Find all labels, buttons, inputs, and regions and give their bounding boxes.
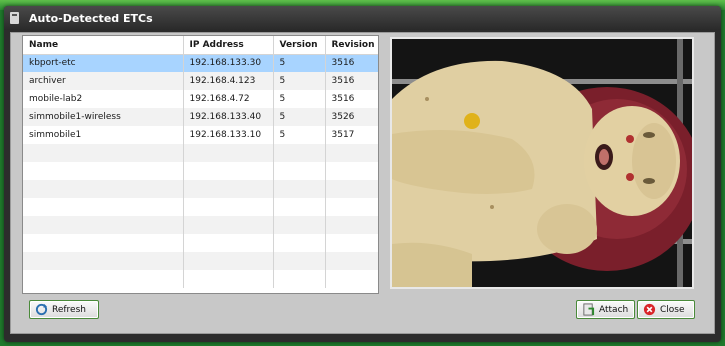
title-bar[interactable]: Auto-Detected ETCs <box>4 6 721 30</box>
cell-revision: 3517 <box>325 126 378 144</box>
table-row[interactable]: simmobile1-wireless 192.168.133.40 5 3526 <box>23 108 378 126</box>
attach-icon <box>583 303 595 316</box>
cell-version <box>273 252 326 270</box>
column-header-ip-address[interactable]: IP Address <box>183 36 274 55</box>
etc-table: Name IP Address Version Revision kbport-… <box>23 36 378 288</box>
cell-version <box>273 234 326 252</box>
cell-version <box>273 198 326 216</box>
cell-ip-address: 192.168.133.10 <box>183 126 274 144</box>
empty-table-row <box>23 144 378 162</box>
cell-version <box>273 162 326 180</box>
empty-table-row <box>23 234 378 252</box>
cell-revision <box>325 252 378 270</box>
cell-ip-address <box>183 162 274 180</box>
cell-revision <box>325 180 378 198</box>
attach-button-label: Attach <box>599 304 629 315</box>
table-header-row: Name IP Address Version Revision <box>23 36 378 55</box>
cell-version: 5 <box>273 126 326 144</box>
device-icon <box>10 12 19 24</box>
cell-ip-address <box>183 252 274 270</box>
empty-table-row <box>23 216 378 234</box>
cell-name: archiver <box>23 72 184 90</box>
close-button[interactable]: Close <box>637 300 695 319</box>
table-row[interactable]: archiver 192.168.4.123 5 3516 <box>23 72 378 90</box>
refresh-icon <box>35 303 48 316</box>
cell-name <box>23 270 184 288</box>
cell-version <box>273 144 326 162</box>
cell-ip-address: 192.168.133.40 <box>183 108 274 126</box>
table-row[interactable]: mobile-lab2 192.168.4.72 5 3516 <box>23 90 378 108</box>
close-button-label: Close <box>660 304 685 315</box>
cell-ip-address <box>183 198 274 216</box>
cell-revision <box>325 216 378 234</box>
empty-table-row <box>23 270 378 288</box>
cell-name <box>23 216 184 234</box>
empty-table-row <box>23 252 378 270</box>
cell-ip-address: 192.168.4.72 <box>183 90 274 108</box>
cell-revision <box>325 270 378 288</box>
column-header-version[interactable]: Version <box>273 36 326 55</box>
cell-ip-address: 192.168.4.123 <box>183 72 274 90</box>
attach-button[interactable]: Attach <box>576 300 635 319</box>
etc-table-panel: Name IP Address Version Revision kbport-… <box>22 35 379 294</box>
cell-revision <box>325 198 378 216</box>
cell-name <box>23 162 184 180</box>
cell-revision: 3516 <box>325 72 378 90</box>
table-row[interactable]: kbport-etc 192.168.133.30 5 3516 <box>23 54 378 72</box>
column-header-name[interactable]: Name <box>23 36 184 55</box>
cell-name: simmobile1-wireless <box>23 108 184 126</box>
column-header-revision[interactable]: Revision <box>325 36 378 55</box>
empty-table-row <box>23 180 378 198</box>
cell-revision: 3526 <box>325 108 378 126</box>
cell-ip-address <box>183 270 274 288</box>
cell-ip-address: 192.168.133.30 <box>183 54 274 72</box>
empty-table-row <box>23 198 378 216</box>
cell-version <box>273 180 326 198</box>
cell-ip-address <box>183 180 274 198</box>
cell-revision <box>325 234 378 252</box>
close-icon <box>643 303 656 316</box>
manikin-preview-image <box>390 37 694 289</box>
cell-name <box>23 198 184 216</box>
cell-name: kbport-etc <box>23 54 184 72</box>
manikin-photo <box>392 39 692 287</box>
cell-name <box>23 180 184 198</box>
cell-version: 5 <box>273 90 326 108</box>
empty-table-row <box>23 162 378 180</box>
cell-name: mobile-lab2 <box>23 90 184 108</box>
cell-version: 5 <box>273 72 326 90</box>
cell-version <box>273 216 326 234</box>
cell-version: 5 <box>273 108 326 126</box>
cell-revision: 3516 <box>325 90 378 108</box>
refresh-button-label: Refresh <box>52 304 86 315</box>
cell-version: 5 <box>273 54 326 72</box>
cell-revision <box>325 162 378 180</box>
cell-ip-address <box>183 216 274 234</box>
refresh-button[interactable]: Refresh <box>29 300 99 319</box>
cell-name <box>23 252 184 270</box>
window-title: Auto-Detected ETCs <box>29 11 153 25</box>
table-row[interactable]: simmobile1 192.168.133.10 5 3517 <box>23 126 378 144</box>
cell-ip-address <box>183 144 274 162</box>
cell-revision <box>325 144 378 162</box>
cell-revision: 3516 <box>325 54 378 72</box>
cell-version <box>273 270 326 288</box>
cell-name <box>23 234 184 252</box>
cell-ip-address <box>183 234 274 252</box>
cell-name <box>23 144 184 162</box>
cell-name: simmobile1 <box>23 126 184 144</box>
